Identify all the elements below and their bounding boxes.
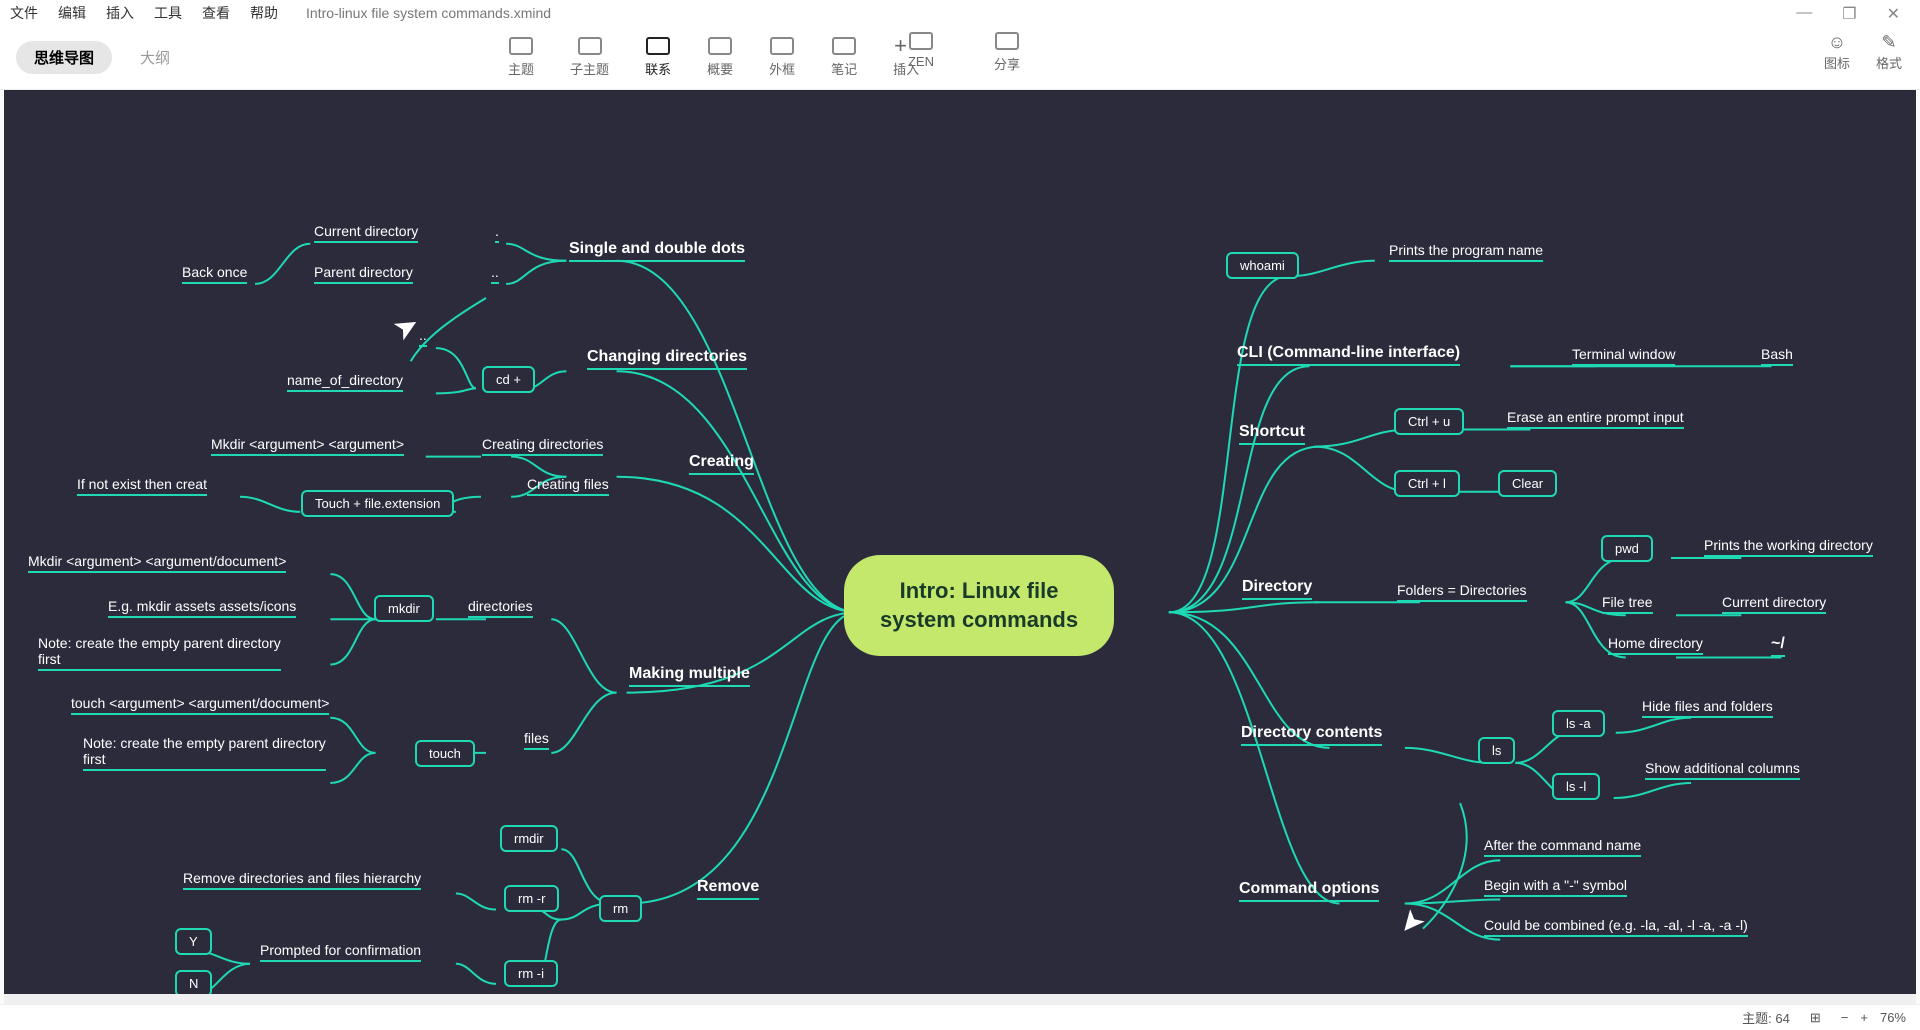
hex-touch2[interactable]: touch — [415, 740, 475, 767]
map-icon[interactable]: ⊞ — [1810, 1010, 1821, 1026]
node-tilde[interactable]: ~/ — [1771, 635, 1785, 653]
hex-clear[interactable]: Clear — [1498, 470, 1557, 497]
node-contents[interactable]: Directory contents — [1241, 724, 1382, 742]
node-combined[interactable]: Could be combined (e.g. -la, -al, -l -a,… — [1484, 917, 1748, 933]
node-multiple[interactable]: Making multiple — [629, 665, 750, 683]
node-shortcut[interactable]: Shortcut — [1239, 423, 1305, 441]
canvas[interactable]: Intro: Linux file system commands Single… — [4, 90, 1916, 1004]
node-cols[interactable]: Show additional columns — [1645, 760, 1800, 776]
node-directory[interactable]: Directory — [1242, 578, 1312, 596]
view-outline[interactable]: 大纲 — [122, 41, 188, 74]
node-home[interactable]: Home directory — [1608, 635, 1703, 651]
node-mkdir-eg[interactable]: E.g. mkdir assets assets/icons — [108, 598, 296, 614]
node-creating-files[interactable]: Creating files — [527, 476, 609, 492]
node-dot[interactable]: . — [495, 223, 499, 239]
hex-y[interactable]: Y — [175, 928, 212, 955]
node-mult-files[interactable]: files — [524, 730, 549, 746]
node-mkdir-note[interactable]: Note: create the empty parent directory … — [38, 635, 281, 667]
tb-topic[interactable]: 主题 — [508, 37, 534, 78]
node-prints-wd[interactable]: Prints the working directory — [1704, 537, 1873, 553]
node-back-once[interactable]: Back once — [182, 264, 247, 280]
node-rm-hier[interactable]: Remove directories and files hierarchy — [183, 870, 421, 886]
node-folders[interactable]: Folders = Directories — [1397, 582, 1527, 598]
menu-help[interactable]: 帮助 — [250, 3, 278, 23]
h-scrollbar[interactable] — [4, 994, 1916, 1004]
document-title: Intro-linux file system commands.xmind — [306, 5, 551, 21]
menu-insert[interactable]: 插入 — [106, 3, 134, 23]
tb-summary[interactable]: 概要 — [707, 37, 733, 78]
node-term[interactable]: Terminal window — [1572, 346, 1675, 362]
tb-subtopic[interactable]: 子主题 — [570, 37, 609, 78]
window-controls: — ❐ ✕ — [1776, 0, 1920, 28]
hex-mkdir[interactable]: mkdir — [374, 595, 434, 622]
menu-file[interactable]: 文件 — [10, 3, 38, 23]
hex-ctrlu[interactable]: Ctrl + u — [1394, 408, 1464, 435]
root-node[interactable]: Intro: Linux file system commands — [844, 555, 1114, 656]
node-creating-dirs[interactable]: Creating directories — [482, 436, 603, 452]
node-mult-dirs[interactable]: directories — [468, 598, 533, 614]
tb-relation[interactable]: 联系 — [645, 37, 671, 78]
node-hide[interactable]: Hide files and folders — [1642, 698, 1773, 714]
hex-rm[interactable]: rm — [599, 895, 642, 922]
zoom-level: 76% — [1880, 1010, 1906, 1025]
view-mindmap[interactable]: 思维导图 — [16, 41, 112, 74]
node-changing[interactable]: Changing directories — [587, 348, 747, 366]
node-touch-note[interactable]: Note: create the empty parent directory … — [83, 735, 326, 767]
menu-edit[interactable]: 编辑 — [58, 3, 86, 23]
hex-whoami[interactable]: whoami — [1226, 252, 1299, 279]
hex-touch[interactable]: Touch + file.extension — [301, 490, 454, 517]
node-begin[interactable]: Begin with a "-" symbol — [1484, 877, 1627, 893]
node-mkdir-arg[interactable]: Mkdir <argument> <argument> — [211, 436, 404, 452]
node-dotdot[interactable]: .. — [491, 264, 499, 280]
tb-notes[interactable]: 笔记 — [831, 37, 857, 78]
menu-view[interactable]: 查看 — [202, 3, 230, 23]
node-options[interactable]: Command options — [1239, 880, 1379, 898]
zoom-in[interactable]: + — [1860, 1010, 1868, 1025]
node-remove[interactable]: Remove — [697, 878, 759, 896]
tb-format[interactable]: ✎格式 — [1876, 32, 1902, 72]
hex-rmi[interactable]: rm -i — [504, 960, 558, 987]
minimize-icon[interactable]: — — [1796, 4, 1812, 24]
menubar: 文件 编辑 插入 工具 查看 帮助 Intro-linux file syste… — [0, 0, 1920, 26]
node-after[interactable]: After the command name — [1484, 837, 1641, 853]
node-erase[interactable]: Erase an entire prompt input — [1507, 409, 1684, 425]
node-file-tree[interactable]: File tree — [1602, 594, 1653, 610]
tb-share[interactable]: 分享 — [994, 32, 1020, 73]
node-current-dir[interactable]: Current directory — [314, 223, 418, 239]
hex-lsa[interactable]: ls -a — [1552, 710, 1605, 737]
node-mkdir-doc[interactable]: Mkdir <argument> <argument/document> — [28, 553, 286, 569]
hex-lsl[interactable]: ls -l — [1552, 773, 1600, 800]
hex-n[interactable]: N — [175, 970, 212, 997]
node-name-dir[interactable]: name_of_directory — [287, 372, 403, 388]
hex-rmdir[interactable]: rmdir — [500, 825, 558, 852]
zoom-out[interactable]: − — [1841, 1010, 1849, 1025]
node-cli[interactable]: CLI (Command-line interface) — [1237, 344, 1460, 362]
node-if-not-exist[interactable]: If not exist then creat — [77, 476, 207, 492]
node-touch-arg[interactable]: touch <argument> <argument/document> — [71, 695, 329, 711]
hex-pwd[interactable]: pwd — [1601, 535, 1653, 562]
maximize-icon[interactable]: ❐ — [1842, 4, 1856, 24]
hex-ls[interactable]: ls — [1478, 737, 1515, 764]
hex-cd[interactable]: cd + — [482, 366, 535, 393]
node-current-dir2[interactable]: Current directory — [1722, 594, 1826, 610]
hex-rmr[interactable]: rm -r — [504, 885, 559, 912]
node-single-dots[interactable]: Single and double dots — [569, 240, 745, 258]
node-prints-prog[interactable]: Prints the program name — [1389, 242, 1543, 258]
tb-zen[interactable]: ZEN — [908, 32, 934, 73]
tb-icons[interactable]: ☺图标 — [1824, 32, 1850, 72]
close-icon[interactable]: ✕ — [1887, 4, 1900, 24]
node-bash[interactable]: Bash — [1761, 346, 1793, 362]
menu-tools[interactable]: 工具 — [154, 3, 182, 23]
node-parent-dir[interactable]: Parent directory — [314, 264, 413, 280]
statusbar: 主题: 64 ⊞ − + 76% — [0, 1004, 1920, 1030]
node-creating[interactable]: Creating — [689, 453, 754, 471]
hex-ctrll[interactable]: Ctrl + l — [1394, 470, 1460, 497]
toolbar: 思维导图 大纲 主题 子主题 联系 概要 外框 笔记 +插入 ZEN 分享 ☺图… — [0, 26, 1920, 90]
tb-boundary[interactable]: 外框 — [769, 37, 795, 78]
arrow-icon: ➤ — [1390, 902, 1433, 944]
node-rm-prompt[interactable]: Prompted for confirmation — [260, 942, 421, 958]
